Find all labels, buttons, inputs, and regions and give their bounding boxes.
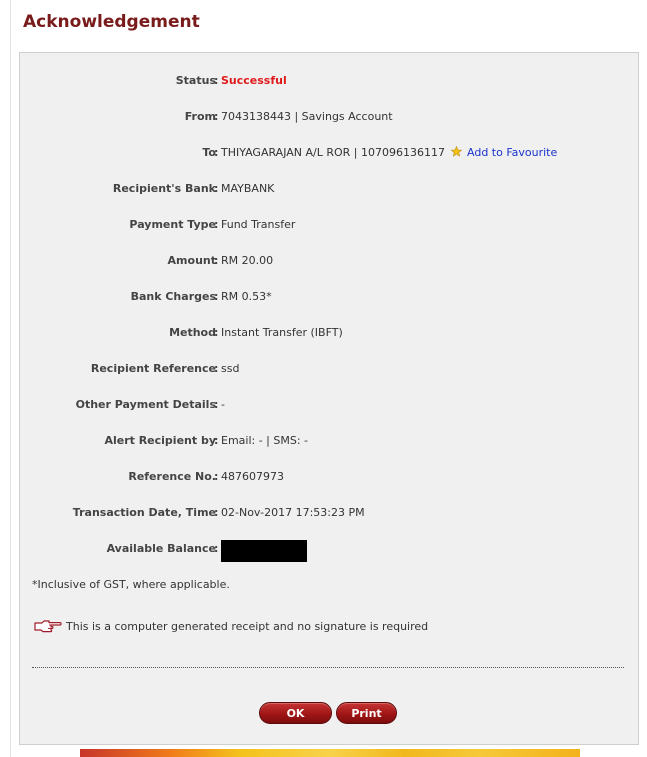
payment-type-label: Payment Type [129,218,216,231]
recipient-reference-label: Recipient Reference [90,362,216,375]
amount-label: Amount [167,254,216,267]
alert-recipient-value: Email: - | SMS: - [221,434,309,447]
print-button[interactable]: Print [336,702,397,724]
available-balance-redaction [221,540,307,562]
star-icon[interactable] [450,146,462,157]
from-value: 7043138443 | Savings Account [221,110,393,123]
page-title: Acknowledgement [23,12,200,32]
left-border [10,0,11,757]
method-value: Instant Transfer (IBFT) [221,326,343,339]
status-label: Status [175,74,216,87]
status-value: Successful [221,74,287,87]
pointing-hand-icon [34,620,62,633]
transaction-datetime-label: Transaction Date, Time [72,506,216,519]
reference-no-value: 487607973 [221,470,284,483]
to-value-wrap: THIYAGARAJAN A/L ROR | 107096136117 Add … [221,143,557,163]
dotted-divider [32,667,624,668]
alert-recipient-label: Alert Recipient by [104,434,216,447]
other-payment-details-value: - [221,398,225,411]
available-balance-label: Available Balance [106,542,216,555]
method-label: Method [169,326,216,339]
add-to-favourite-link[interactable]: Add to Favourite [467,146,557,159]
receipt-note: This is a computer generated receipt and… [34,618,428,636]
bank-charges-label: Bank Charges [130,290,216,303]
other-payment-details-label: Other Payment Details [75,398,216,411]
acknowledgement-panel: Status : Successful From : 7043138443 | … [19,52,639,745]
receipt-note-text: This is a computer generated receipt and… [66,620,429,633]
bank-charges-value: RM 0.53* [221,290,272,303]
recipient-bank-value: MAYBANK [221,182,275,195]
from-label: From [184,110,216,123]
gst-note: *Inclusive of GST, where applicable. [32,578,230,591]
reference-no-label: Reference No. [128,470,216,483]
to-value: THIYAGARAJAN A/L ROR | 107096136117 [221,146,445,159]
amount-value: RM 20.00 [221,254,274,267]
to-label: To [202,146,216,159]
promo-banner-strip [80,749,580,757]
recipient-bank-label: Recipient's Bank [112,182,216,195]
ok-button[interactable]: OK [259,702,332,724]
payment-type-value: Fund Transfer [221,218,296,231]
recipient-reference-value: ssd [221,362,240,375]
transaction-datetime-value: 02-Nov-2017 17:53:23 PM [221,506,365,519]
